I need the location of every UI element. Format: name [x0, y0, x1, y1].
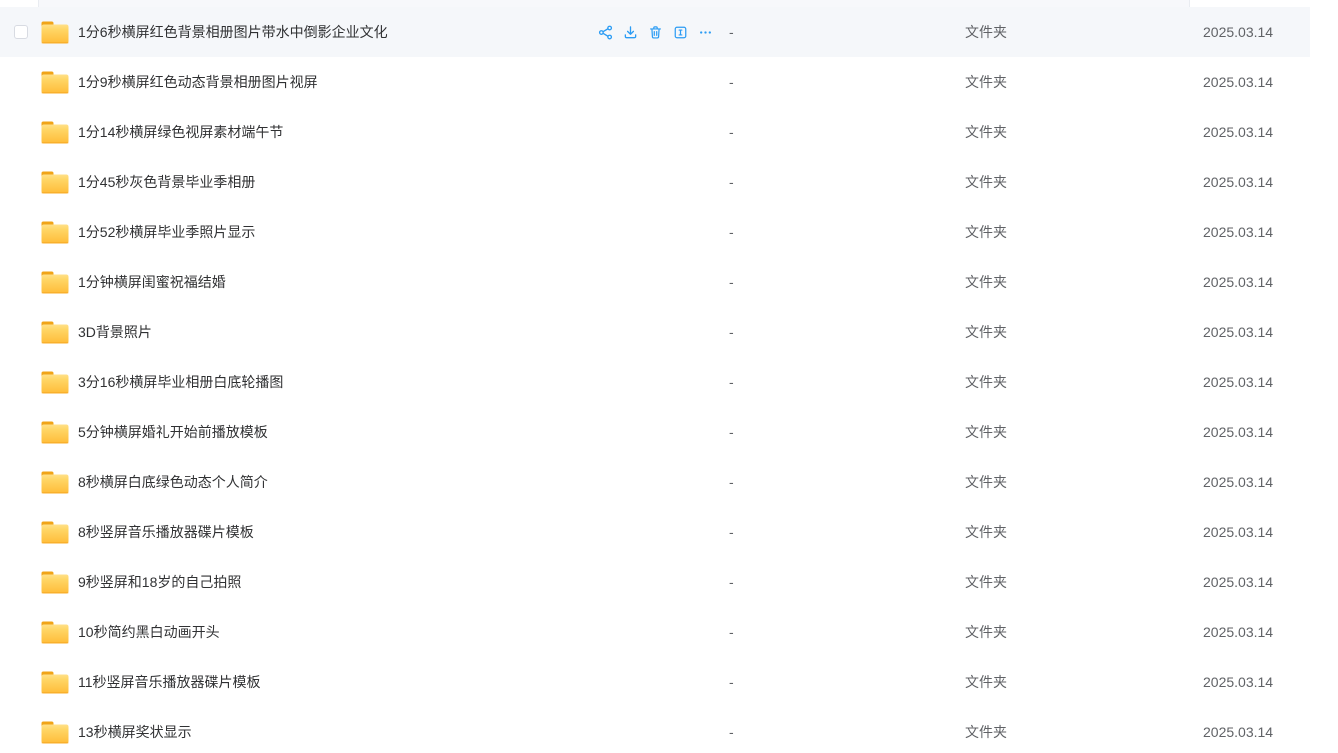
file-name[interactable]: 1分45秒灰色背景毕业季相册 — [78, 157, 255, 207]
folder-icon — [40, 169, 70, 195]
folder-icon — [40, 19, 70, 45]
file-name[interactable]: 1分9秒横屏红色动态背景相册图片视屏 — [78, 57, 318, 107]
file-size: - — [729, 457, 734, 507]
file-type: 文件夹 — [965, 407, 1007, 457]
table-row[interactable]: 3分16秒横屏毕业相册白底轮播图 - 文件夹 2025.03.14 21:33 — [0, 357, 1310, 407]
file-type: 文件夹 — [965, 657, 1007, 707]
download-icon[interactable] — [623, 25, 638, 40]
file-name[interactable]: 1分14秒横屏绿色视屏素材端午节 — [78, 107, 283, 157]
file-size: - — [729, 707, 734, 753]
table-row[interactable]: 1分14秒横屏绿色视屏素材端午节 - 文件夹 2025.03.14 21:33 — [0, 107, 1310, 157]
rename-icon[interactable] — [673, 25, 688, 40]
file-name[interactable]: 5分钟横屏婚礼开始前播放模板 — [78, 407, 268, 457]
file-name[interactable]: 8秒竖屏音乐播放器碟片模板 — [78, 507, 254, 557]
file-type: 文件夹 — [965, 507, 1007, 557]
file-size: - — [729, 107, 734, 157]
file-name[interactable]: 13秒横屏奖状显示 — [78, 707, 192, 753]
row-actions — [598, 7, 713, 57]
file-size: - — [729, 407, 734, 457]
file-name[interactable]: 8秒横屏白底绿色动态个人简介 — [78, 457, 268, 507]
folder-icon — [40, 519, 70, 545]
table-row[interactable]: 5分钟横屏婚礼开始前播放模板 - 文件夹 2025.03.14 21:33 — [0, 407, 1310, 457]
file-size: - — [729, 57, 734, 107]
folder-icon — [40, 219, 70, 245]
folder-icon — [40, 69, 70, 95]
header-column-segment — [38, 0, 1190, 7]
file-type: 文件夹 — [965, 707, 1007, 753]
table-row[interactable]: 1分9秒横屏红色动态背景相册图片视屏 - 文件夹 2025.03.14 21:3… — [0, 57, 1310, 107]
row-checkbox[interactable] — [14, 25, 28, 39]
share-icon[interactable] — [598, 25, 613, 40]
file-size: - — [729, 7, 734, 57]
file-type: 文件夹 — [965, 607, 1007, 657]
folder-icon — [40, 319, 70, 345]
file-size: - — [729, 607, 734, 657]
table-row[interactable]: 3D背景照片 - 文件夹 2025.03.14 21:33 — [0, 307, 1310, 357]
file-name[interactable]: 11秒竖屏音乐播放器碟片模板 — [78, 657, 261, 707]
file-name[interactable]: 9秒竖屏和18岁的自己拍照 — [78, 557, 241, 607]
table-row[interactable]: 1分52秒横屏毕业季照片显示 - 文件夹 2025.03.14 21:33 — [0, 207, 1310, 257]
table-row[interactable]: 13秒横屏奖状显示 - 文件夹 2025.03.14 21:33 — [0, 707, 1310, 753]
table-row[interactable]: 9秒竖屏和18岁的自己拍照 - 文件夹 2025.03.14 21:33 — [0, 557, 1310, 607]
file-type: 文件夹 — [965, 307, 1007, 357]
file-type: 文件夹 — [965, 357, 1007, 407]
file-size: - — [729, 157, 734, 207]
file-size: - — [729, 557, 734, 607]
table-row[interactable]: 8秒横屏白底绿色动态个人简介 - 文件夹 2025.03.14 21:33 — [0, 457, 1310, 507]
file-table: 1分6秒横屏红色背景相册图片带水中倒影企业文化 — [0, 7, 1310, 753]
file-type: 文件夹 — [965, 257, 1007, 307]
file-type: 文件夹 — [965, 57, 1007, 107]
file-name[interactable]: 1分52秒横屏毕业季照片显示 — [78, 207, 255, 257]
file-type: 文件夹 — [965, 457, 1007, 507]
folder-icon — [40, 369, 70, 395]
file-size: - — [729, 357, 734, 407]
table-row[interactable]: 11秒竖屏音乐播放器碟片模板 - 文件夹 2025.03.14 21:33 — [0, 657, 1310, 707]
file-size: - — [729, 507, 734, 557]
folder-icon — [40, 119, 70, 145]
file-name[interactable]: 10秒简约黑白动画开头 — [78, 607, 220, 657]
file-size: - — [729, 657, 734, 707]
file-type: 文件夹 — [965, 107, 1007, 157]
file-size: - — [729, 307, 734, 357]
file-name[interactable]: 1分6秒横屏红色背景相册图片带水中倒影企业文化 — [78, 7, 388, 57]
file-name[interactable]: 1分钟横屏闺蜜祝福结婚 — [78, 257, 226, 307]
table-row[interactable]: 8秒竖屏音乐播放器碟片模板 - 文件夹 2025.03.14 21:33 — [0, 507, 1310, 557]
more-icon[interactable] — [698, 25, 713, 40]
file-type: 文件夹 — [965, 157, 1007, 207]
folder-icon — [40, 669, 70, 695]
file-type: 文件夹 — [965, 207, 1007, 257]
folder-icon — [40, 419, 70, 445]
file-type: 文件夹 — [965, 7, 1007, 57]
file-manager-page: 1分6秒横屏红色背景相册图片带水中倒影企业文化 — [0, 0, 1338, 753]
folder-icon — [40, 469, 70, 495]
file-name[interactable]: 3分16秒横屏毕业相册白底轮播图 — [78, 357, 283, 407]
folder-icon — [40, 719, 70, 745]
file-size: - — [729, 257, 734, 307]
table-row[interactable]: 10秒简约黑白动画开头 - 文件夹 2025.03.14 21:33 — [0, 607, 1310, 657]
file-name[interactable]: 3D背景照片 — [78, 307, 152, 357]
folder-icon — [40, 269, 70, 295]
folder-icon — [40, 619, 70, 645]
folder-icon — [40, 569, 70, 595]
table-row[interactable]: 1分45秒灰色背景毕业季相册 - 文件夹 2025.03.14 21:33 — [0, 157, 1310, 207]
table-row[interactable]: 1分6秒横屏红色背景相册图片带水中倒影企业文化 — [0, 7, 1310, 57]
file-type: 文件夹 — [965, 557, 1007, 607]
file-size: - — [729, 207, 734, 257]
table-header-cutoff — [0, 0, 1338, 7]
file-date: 2025.03.14 21:33 — [1203, 707, 1310, 753]
table-row[interactable]: 1分钟横屏闺蜜祝福结婚 - 文件夹 2025.03.14 21:33 — [0, 257, 1310, 307]
delete-icon[interactable] — [648, 25, 663, 40]
